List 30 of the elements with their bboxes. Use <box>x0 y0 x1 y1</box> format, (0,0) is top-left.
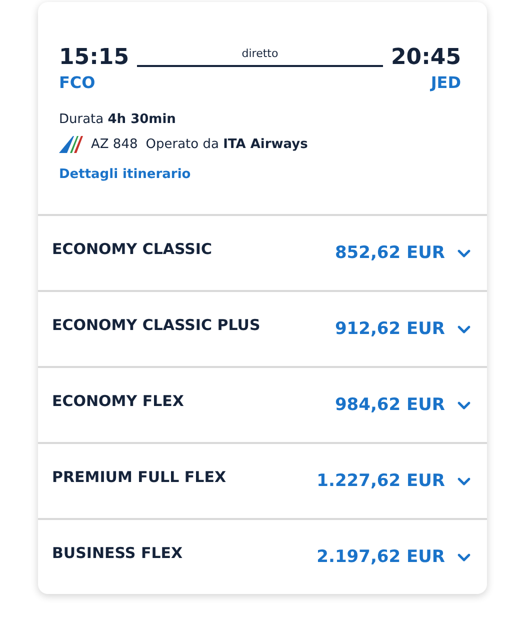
departure-time: 15:15 <box>59 45 130 71</box>
fare-row[interactable]: ECONOMY CLASSIC 852,62 EUR <box>38 216 487 292</box>
operator-text: Operato da ITA Airways <box>146 136 308 152</box>
airline-logo-icon <box>59 135 83 153</box>
fare-row[interactable]: ECONOMY CLASSIC PLUS 912,62 EUR <box>38 292 487 368</box>
chevron-down-icon <box>457 552 471 562</box>
chevron-down-icon <box>457 476 471 486</box>
fare-price: 852,62 EUR <box>334 243 445 263</box>
origin-code: FCO <box>59 73 96 92</box>
fare-price: 2.197,62 EUR <box>316 547 445 567</box>
stops-label: diretto <box>242 47 278 60</box>
destination-code: JED <box>430 73 461 92</box>
chevron-down-icon <box>457 324 471 334</box>
fare-price: 984,62 EUR <box>334 395 445 415</box>
fare-row[interactable]: PREMIUM FULL FLEX 1.227,62 EUR <box>38 444 487 520</box>
fare-name: ECONOMY CLASSIC <box>52 240 214 258</box>
fare-name: ECONOMY FLEX <box>52 392 185 410</box>
arrival-time: 20:45 <box>390 45 461 71</box>
fare-name: BUSINESS FLEX <box>52 544 184 562</box>
fare-name: PREMIUM FULL FLEX <box>52 468 228 486</box>
itinerary-details-link[interactable]: Dettagli itinerario <box>59 167 461 182</box>
flight-number: AZ 848 <box>91 136 138 152</box>
fare-price: 912,62 EUR <box>334 319 445 339</box>
duration-text: Durata 4h 30min <box>59 112 177 127</box>
fare-row[interactable]: BUSINESS FLEX 2.197,62 EUR <box>38 520 487 594</box>
chevron-down-icon <box>457 400 471 410</box>
chevron-down-icon <box>457 248 471 258</box>
fare-price: 1.227,62 EUR <box>316 471 445 491</box>
fare-name: ECONOMY CLASSIC PLUS <box>52 316 262 334</box>
fare-row[interactable]: ECONOMY FLEX 984,62 EUR <box>38 368 487 444</box>
